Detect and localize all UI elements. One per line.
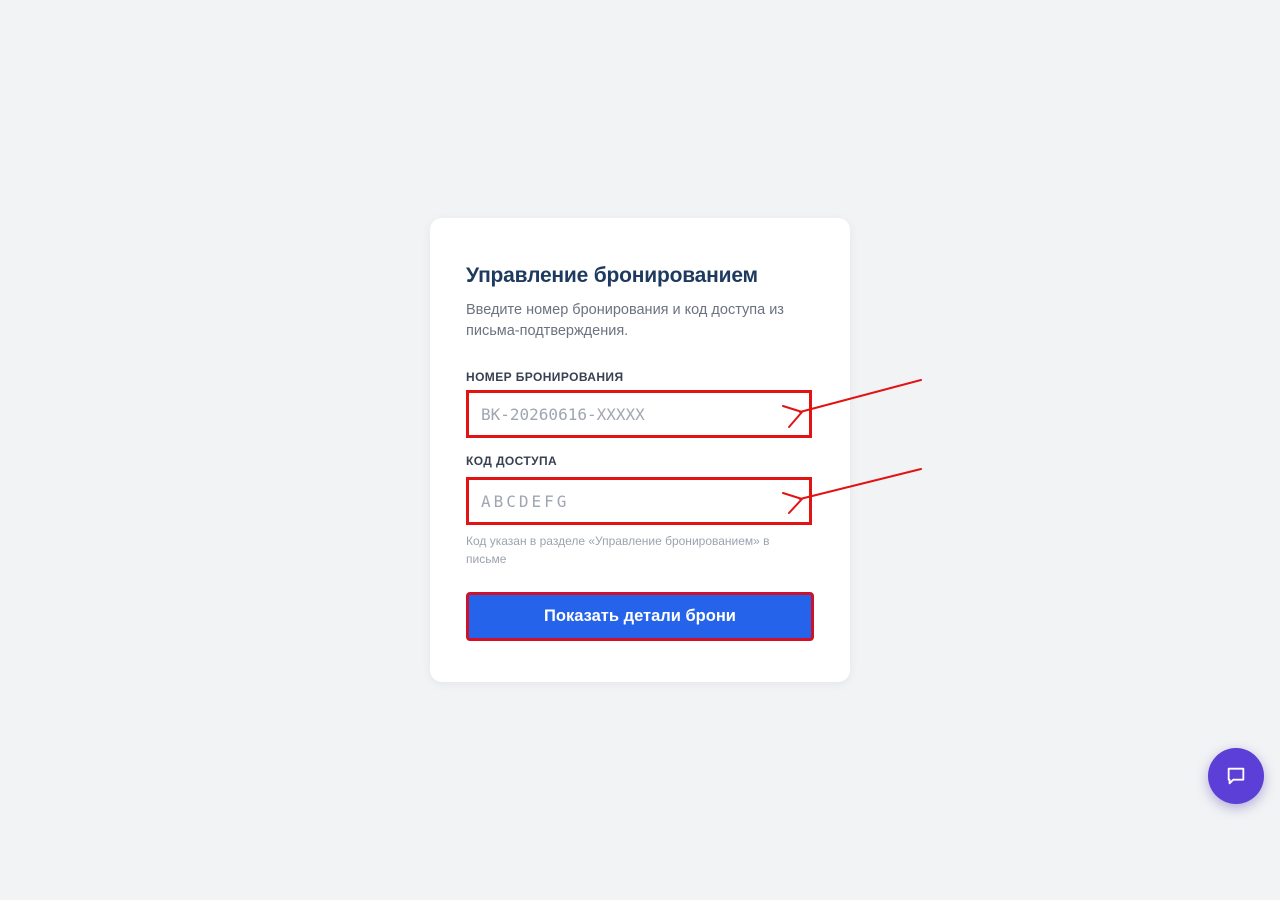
access-code-hint: Код указан в разделе «Управление брониро… — [466, 534, 770, 566]
page-subtitle: Введите номер бронирования и код доступа… — [466, 302, 784, 339]
booking-number-input[interactable] — [466, 390, 812, 438]
booking-lookup-card: Управление бронированием Введите номер б… — [430, 218, 850, 682]
page-title: Управление бронированием — [466, 264, 758, 287]
chat-button[interactable] — [1208, 748, 1264, 804]
chat-bubble-icon — [1227, 767, 1245, 785]
page: Управление бронированием Введите номер б… — [0, 0, 1280, 900]
booking-number-label: НОМЕР БРОНИРОВАНИЯ — [466, 370, 624, 384]
access-code-label: КОД ДОСТУПА — [466, 454, 558, 468]
show-booking-details-button[interactable]: Показать детали брони — [466, 592, 814, 641]
access-code-input[interactable] — [466, 477, 812, 525]
